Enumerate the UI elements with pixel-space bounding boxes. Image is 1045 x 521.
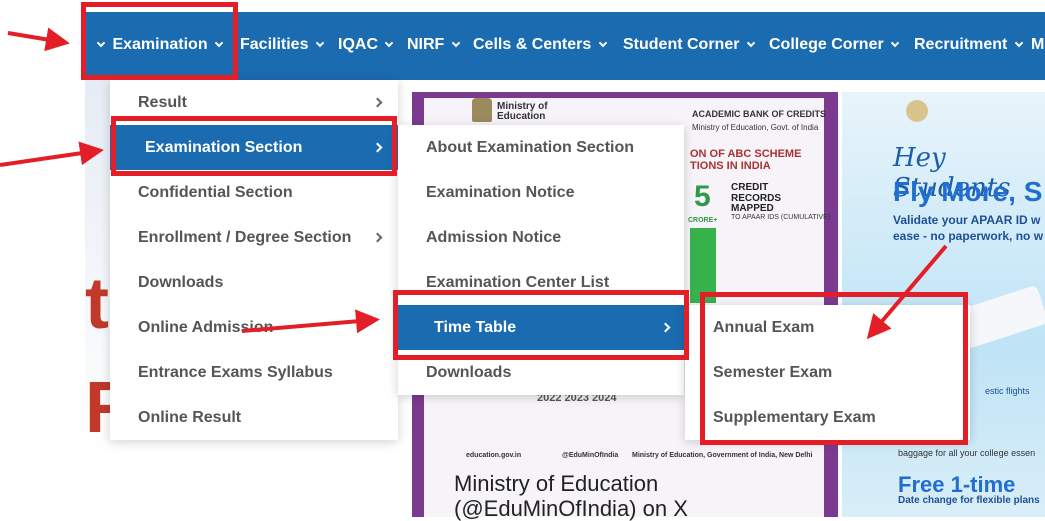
annotation-arrows xyxy=(0,27,948,340)
arrow-to-time-table xyxy=(241,309,380,334)
arrow-to-exam-types xyxy=(866,244,948,340)
arrow-to-examination xyxy=(7,27,70,52)
arrow-to-examination-section xyxy=(0,141,104,167)
